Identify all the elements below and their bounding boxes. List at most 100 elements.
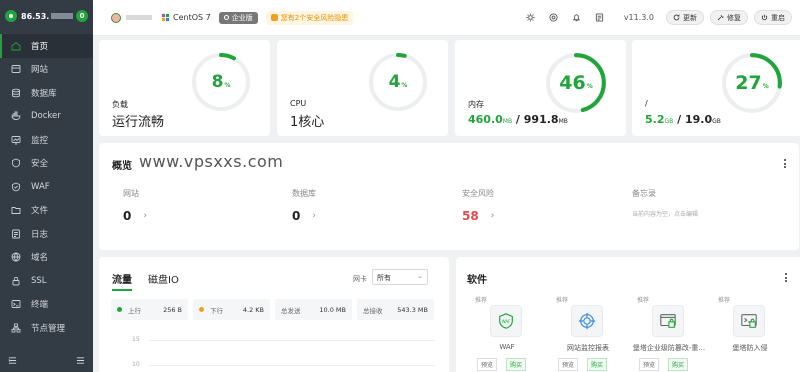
sidebar-item-node[interactable]: 节点管理: [0, 316, 93, 340]
power-icon: [761, 14, 768, 21]
cpu-cores: 1核心: [290, 115, 325, 130]
preview-button[interactable]: 预览: [558, 358, 579, 371]
tab-traffic[interactable]: 流量: [112, 271, 132, 291]
host-ip[interactable]: 86.53.: [21, 12, 74, 21]
preview-button[interactable]: 预览: [639, 358, 660, 371]
memo-hint: 当前内容为空，点击编辑: [632, 211, 699, 218]
buy-button[interactable]: 购买: [587, 358, 608, 371]
database-icon: [11, 88, 21, 98]
monitor-target-icon: [571, 305, 603, 337]
y-tick: 10: [132, 361, 140, 368]
sidebar-item-waf[interactable]: WAF: [0, 175, 93, 199]
sidebar-item-domain[interactable]: 域名: [0, 246, 93, 270]
sidebar-item-label: Docker: [31, 111, 61, 122]
sidebar-item-label: SSL: [31, 275, 47, 286]
repair-button[interactable]: 修复: [710, 10, 748, 25]
overview-more-icon[interactable]: [784, 159, 787, 170]
bell-icon[interactable]: [572, 13, 581, 22]
edition-badge[interactable]: 企业版: [218, 11, 258, 24]
theme-sun-icon[interactable]: [526, 13, 535, 22]
top-bar: CentOS 7 企业版 您有2个安全风险隐患 v11.3.0 更新 修复 重启: [93, 0, 800, 36]
sidebar-item-label: 数据库: [31, 88, 57, 99]
traffic-card: 流量 磁盘IO 网卡 所有 ⌄ 上行 256 B 下行 4.2 KB 总发送 10.0 …: [99, 257, 449, 372]
sidebar-nav: 首页网站数据库 Docker 监控安全 WAF 文件 日志 域名 SSL 终端 节点管理: [0, 34, 93, 340]
buy-button[interactable]: 购买: [506, 358, 527, 371]
collapse-icon[interactable]: [8, 356, 17, 365]
home-icon: [11, 41, 21, 51]
nic-label: 网卡: [353, 275, 367, 283]
status-dot-icon: [5, 10, 17, 22]
sidebar-item-label: 网站: [31, 65, 49, 76]
load-label: 负载: [112, 100, 128, 109]
sidebar-item-terminal[interactable]: 终端: [0, 293, 93, 317]
buy-button[interactable]: 购买: [668, 358, 689, 371]
terminal-icon: [11, 299, 21, 309]
disk-gauge: 27%: [719, 50, 785, 116]
sidebar-item-monitor[interactable]: 监控: [0, 128, 93, 152]
overview-databases[interactable]: 数据库 0 ›: [292, 188, 316, 223]
sidebar-item-globe[interactable]: 网站: [0, 58, 93, 82]
load-status: 运行流畅: [112, 115, 165, 130]
sidebar-item-label: 安全: [31, 159, 49, 170]
upload-stat: 上行 256 B: [111, 299, 188, 320]
chevron-down-icon: ⌄: [417, 272, 423, 280]
overview-sites[interactable]: 网站 0 ›: [123, 188, 147, 223]
globe-icon: [11, 64, 21, 74]
chevron-right-icon: ›: [143, 211, 147, 221]
memory-card[interactable]: 46% 内存 460.0MB / 991.8MB: [455, 40, 626, 136]
terminal-lock-icon: [733, 305, 765, 337]
sidebar-footer: [0, 348, 93, 372]
cpu-gauge: 4%: [366, 50, 430, 114]
load-card[interactable]: 8% 负载 运行流畅: [99, 40, 270, 136]
sidebar-item-folder[interactable]: 文件: [0, 199, 93, 223]
sidebar-item-database[interactable]: 数据库: [0, 81, 93, 105]
update-button[interactable]: 更新: [666, 10, 704, 25]
overview-card: 概览 www.vpsxxs.com 网站 0 › 数据库 0 › 安全风险 58 › …: [99, 143, 799, 250]
overview-security-risk[interactable]: 安全风险 58 ›: [462, 188, 494, 223]
overview-memo[interactable]: 备忘录 当前内容为空，点击编辑: [632, 188, 698, 218]
message-badge[interactable]: 0: [76, 10, 88, 22]
disk-usage: 5.2GB / 19.0GB: [645, 113, 721, 126]
nic-select[interactable]: 所有 ⌄: [372, 269, 428, 285]
watermark-text: www.vpsxxs.com: [139, 152, 284, 171]
svg-text:WAF: WAF: [502, 319, 512, 324]
cpu-label: CPU: [290, 99, 307, 108]
cpu-card[interactable]: 4% CPU 1核心: [277, 40, 448, 136]
top-bar-right: v11.3.0 更新 修复 重启: [512, 10, 792, 25]
gauge-value: 27%: [735, 72, 769, 94]
preview-button[interactable]: 预览: [477, 358, 498, 371]
load-gauge: 8%: [189, 50, 253, 114]
sidebar-item-log[interactable]: 日志: [0, 222, 93, 246]
sidebar-item-ssl[interactable]: SSL: [0, 269, 93, 293]
total-received-stat: 总接收 543.3 MB: [357, 299, 434, 320]
disk-card[interactable]: 27% / 5.2GB / 19.0GB: [632, 40, 800, 136]
notes-icon[interactable]: [595, 13, 604, 22]
menu-icon[interactable]: [76, 356, 85, 365]
sidebar-item-label: WAF: [31, 181, 50, 192]
sidebar-header: 86.53. 0: [0, 0, 93, 32]
gauge-value: 46%: [559, 72, 593, 94]
security-alert[interactable]: 您有2个安全风险隐患: [265, 10, 354, 25]
sidebar-item-docker[interactable]: Docker: [0, 105, 93, 129]
waf-icon: [11, 182, 21, 192]
support-icon[interactable]: [549, 13, 558, 22]
os-name: CentOS 7: [173, 13, 211, 22]
user-avatar[interactable]: [111, 12, 121, 23]
docker-icon: [11, 111, 21, 121]
chevron-right-icon: ›: [312, 211, 316, 221]
sidebar-item-home[interactable]: 首页: [0, 34, 93, 58]
folder-icon: [11, 205, 21, 215]
tab-disk-io[interactable]: 磁盘IO: [148, 271, 179, 286]
browser-lock-icon: [652, 305, 684, 337]
waf-shield-icon: WAF: [490, 305, 522, 337]
refresh-icon: [673, 14, 680, 21]
download-dot-icon: [199, 307, 204, 312]
sidebar-item-shield[interactable]: 安全: [0, 152, 93, 176]
gauge-value: 4%: [388, 72, 408, 92]
download-stat: 下行 4.2 KB: [193, 299, 270, 320]
sidebar-item-label: 首页: [31, 41, 49, 52]
sidebar-item-label: 监控: [31, 135, 49, 146]
software-more-icon[interactable]: [785, 273, 788, 284]
restart-button[interactable]: 重启: [754, 10, 792, 25]
version-label[interactable]: v11.3.0: [624, 13, 654, 22]
